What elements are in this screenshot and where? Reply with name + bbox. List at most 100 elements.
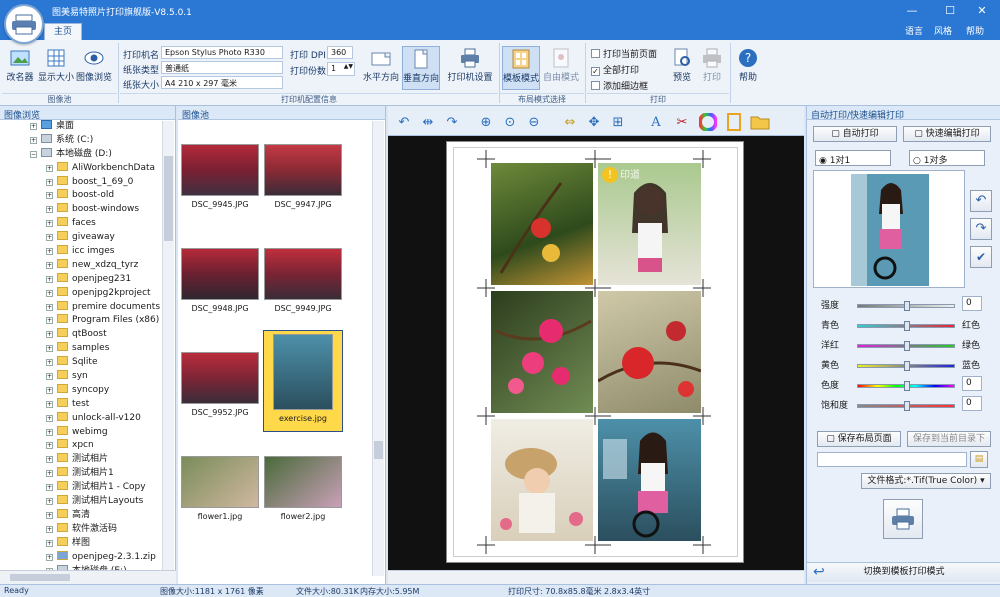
thumbnail-item[interactable]: DSC_9948.JPG	[180, 226, 260, 328]
rename-button[interactable]: 改名器	[5, 48, 35, 83]
color-slider[interactable]	[857, 361, 955, 371]
expand-toggle-icon[interactable]: +	[46, 414, 53, 422]
slider-thumb[interactable]	[904, 321, 910, 331]
free-mode-button[interactable]: 自由模式	[542, 48, 580, 83]
show-size-button[interactable]: 显示大小	[38, 48, 74, 83]
expand-toggle-icon[interactable]: +	[46, 400, 53, 408]
color-slider[interactable]	[857, 321, 955, 331]
tree-item[interactable]: + webimg	[0, 425, 175, 440]
rotate-left-preview-icon[interactable]: ↶	[970, 190, 992, 212]
tree-item[interactable]: + Sqlite	[0, 356, 175, 370]
tab-main[interactable]: 主页	[44, 23, 82, 40]
tree-item[interactable]: + syncopy	[0, 383, 175, 398]
expand-toggle-icon[interactable]: +	[46, 164, 53, 172]
print-now-button[interactable]	[883, 499, 923, 539]
expand-toggle-icon[interactable]: +	[46, 539, 53, 547]
thumbnail-item[interactable]: DSC_9952.JPG	[180, 330, 260, 432]
save-path-input[interactable]	[817, 452, 967, 467]
template-mode-button[interactable]: 模板模式	[502, 46, 540, 90]
slider-thumb[interactable]	[904, 341, 910, 351]
tree-item[interactable]: + 测试相片1	[0, 467, 175, 481]
tree-item[interactable]: + new_xdzq_tyrz	[0, 258, 175, 273]
frame-icon[interactable]	[724, 112, 744, 132]
app-logo-icon[interactable]	[4, 4, 44, 44]
canvas-hscrollbar[interactable]	[388, 570, 804, 584]
rotate-left-icon[interactable]: ↶	[394, 112, 414, 132]
tree-item[interactable]: − 本地磁盘 (D:)	[0, 147, 175, 162]
tree-item[interactable]: + openjpg2kproject	[0, 286, 175, 301]
expand-toggle-icon[interactable]: +	[46, 428, 53, 436]
auto-print-button[interactable]: ▢ 自动打印	[813, 126, 897, 142]
print-all-checkbox[interactable]: ✓ 全部打印	[591, 63, 639, 76]
crop-scissors-icon[interactable]: ✂	[672, 112, 692, 132]
tree-item[interactable]: + 样图	[0, 536, 175, 551]
expand-toggle-icon[interactable]: +	[46, 206, 53, 214]
one-to-one-radio[interactable]: ◉ 1对1	[815, 150, 891, 166]
spinner-arrows-icon[interactable]: ▲▼	[344, 63, 353, 70]
tree-scroll-thumb[interactable]	[164, 156, 173, 241]
help-button[interactable]: ? 帮助	[734, 48, 762, 83]
expand-toggle-icon[interactable]: +	[46, 373, 53, 381]
thumbnail-item[interactable]: flower1.jpg	[180, 434, 260, 536]
expand-toggle-icon[interactable]: +	[46, 525, 53, 533]
tree-item[interactable]: + 系统 (C:)	[0, 133, 175, 148]
rotate-right-icon[interactable]: ↷	[442, 112, 462, 132]
text-tool-icon[interactable]: A	[646, 112, 666, 132]
tree-hscrollbar[interactable]	[0, 570, 176, 584]
tree-item[interactable]: + syn	[0, 370, 175, 384]
print-page[interactable]: ! 印道	[446, 141, 744, 563]
expand-toggle-icon[interactable]: +	[46, 275, 53, 283]
paper-type-field[interactable]: 普通纸	[161, 61, 283, 74]
menu-language[interactable]: 语言	[905, 24, 923, 37]
slider-value-field[interactable]: 0	[962, 296, 982, 311]
thumbnail-item[interactable]: DSC_9949.JPG	[263, 226, 343, 328]
menu-style[interactable]: 风格	[934, 24, 952, 37]
copies-spinner[interactable]: 1 ▲▼	[327, 62, 355, 76]
file-format-select[interactable]: 文件格式:*.Tif(True Color) ▾	[861, 473, 991, 489]
tree-item[interactable]: + 测试相片Layouts	[0, 495, 175, 509]
tree-scrollbar[interactable]	[162, 121, 174, 576]
tree-item[interactable]: + premire documents	[0, 300, 175, 315]
expand-toggle-icon[interactable]: +	[46, 511, 53, 519]
printer-settings-button[interactable]: 打印机设置	[446, 48, 494, 83]
thumbnail-item[interactable]: flower2.jpg	[263, 434, 343, 536]
slider-thumb[interactable]	[904, 401, 910, 411]
open-folder-icon[interactable]	[750, 112, 770, 132]
print-current-checkbox[interactable]: 打印当前页面	[591, 47, 657, 60]
quick-edit-print-button[interactable]: ▢ 快速编辑打印	[903, 126, 991, 142]
tree-item[interactable]: + icc imges	[0, 245, 175, 259]
tree-item[interactable]: + openjpeg231	[0, 272, 175, 287]
expand-toggle-icon[interactable]: +	[46, 442, 53, 450]
tree-item[interactable]: + samples	[0, 342, 175, 356]
expand-toggle-icon[interactable]: +	[30, 136, 37, 144]
color-slider[interactable]	[857, 381, 955, 391]
rotate-right-preview-icon[interactable]: ↷	[970, 218, 992, 240]
expand-toggle-icon[interactable]: +	[46, 234, 53, 242]
expand-toggle-icon[interactable]: +	[46, 178, 53, 186]
tree-item[interactable]: + 软件激活码	[0, 522, 175, 537]
dpi-field[interactable]: 360	[327, 46, 353, 59]
save-layout-button[interactable]: ▢ 保存布局页面	[817, 431, 901, 447]
image-browse-button[interactable]: 图像浏览	[76, 48, 112, 83]
tree-item[interactable]: + boost-windows	[0, 203, 175, 217]
tree-item[interactable]: + 测试相片1 - Copy	[0, 481, 175, 495]
tree-item[interactable]: + AliWorkbenchData	[0, 161, 175, 176]
expand-toggle-icon[interactable]: +	[46, 317, 53, 325]
confirm-check-icon[interactable]: ✔	[970, 246, 992, 268]
expand-toggle-icon[interactable]: +	[46, 303, 53, 311]
print-button[interactable]: 打印	[698, 48, 726, 83]
expand-toggle-icon[interactable]: +	[46, 386, 53, 394]
tree-item[interactable]: + 高清	[0, 508, 175, 523]
fit-width-icon[interactable]: ⇔	[560, 112, 580, 132]
expand-toggle-icon[interactable]: +	[46, 248, 53, 256]
tree-item[interactable]: + 桌面	[0, 120, 175, 134]
move-icon[interactable]: ✥	[584, 112, 604, 132]
preview-button[interactable]: 预览	[668, 48, 696, 83]
expand-toggle-icon[interactable]: +	[46, 192, 53, 200]
color-wheel-icon[interactable]	[698, 112, 718, 132]
vertical-button[interactable]: 垂直方向	[402, 46, 440, 90]
maximize-button[interactable]: ☐	[934, 0, 966, 22]
menu-help[interactable]: 帮助	[966, 24, 984, 37]
expand-toggle-icon[interactable]: −	[30, 150, 37, 158]
printer-name-field[interactable]: Epson Stylus Photo R330	[161, 46, 283, 59]
